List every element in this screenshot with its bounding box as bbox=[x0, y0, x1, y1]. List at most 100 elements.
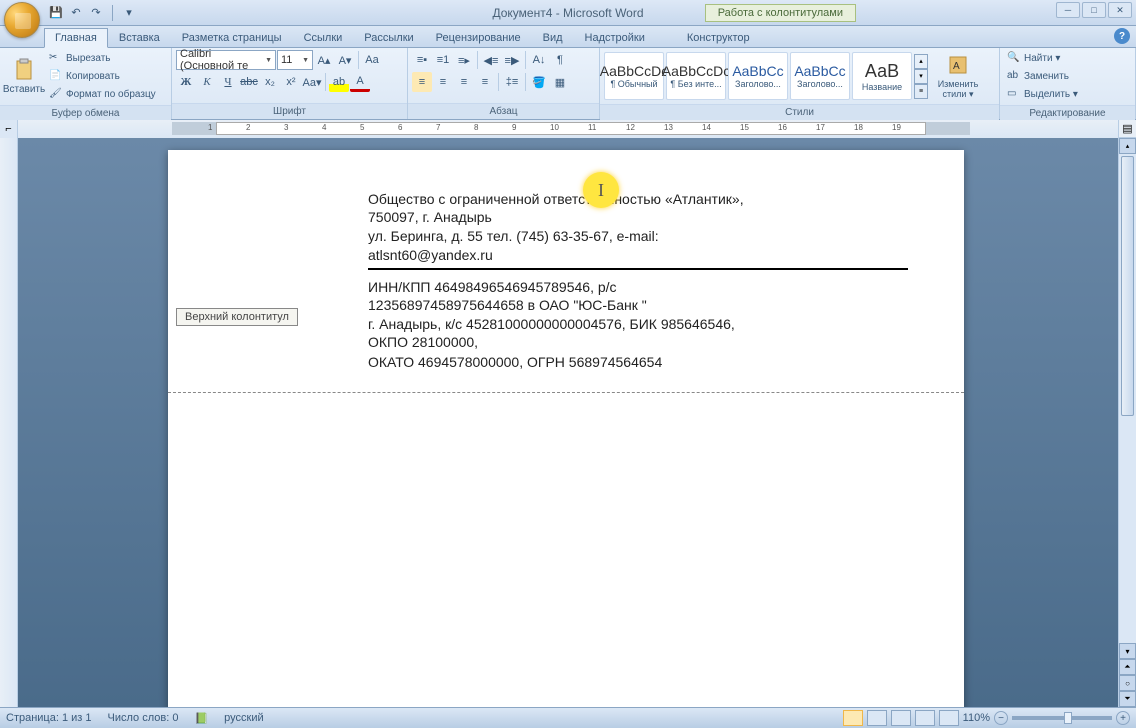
maximize-button[interactable]: □ bbox=[1082, 2, 1106, 18]
style-gallery-more[interactable]: ≡ bbox=[914, 84, 928, 99]
font-name-combo[interactable]: Calibri (Основной те▼ bbox=[176, 50, 276, 70]
document-canvas[interactable]: I Общество с ограниченной ответственност… bbox=[18, 138, 1118, 707]
superscript-button[interactable]: x² bbox=[281, 72, 301, 92]
tab-mailings[interactable]: Рассылки bbox=[353, 28, 424, 47]
clear-formatting-button[interactable]: Aa bbox=[362, 50, 382, 70]
horizontal-ruler[interactable]: 12345678910111213141516171819 bbox=[18, 120, 1118, 138]
view-outline[interactable] bbox=[915, 710, 935, 726]
style-heading1[interactable]: AaBbCcЗаголово... bbox=[728, 52, 788, 100]
scroll-up-button[interactable]: ▴ bbox=[1119, 138, 1136, 154]
view-web-layout[interactable] bbox=[891, 710, 911, 726]
select-button[interactable]: ▭Выделить ▾ bbox=[1004, 86, 1081, 103]
find-button[interactable]: 🔍Найти ▾ bbox=[1004, 50, 1081, 67]
tab-view[interactable]: Вид bbox=[532, 28, 574, 47]
brush-icon: 🖌 bbox=[49, 88, 63, 102]
save-icon[interactable]: 💾 bbox=[48, 5, 64, 21]
tab-selector[interactable]: ⌐ bbox=[0, 120, 18, 138]
view-draft[interactable] bbox=[939, 710, 959, 726]
undo-icon[interactable]: ↶ bbox=[68, 5, 84, 21]
page[interactable]: I Общество с ограниченной ответственност… bbox=[168, 150, 964, 707]
zoom-in-button[interactable]: + bbox=[1116, 711, 1130, 725]
underline-button[interactable]: Ч bbox=[218, 72, 238, 92]
office-button[interactable] bbox=[4, 2, 40, 38]
align-right-button[interactable]: ≡ bbox=[454, 72, 474, 92]
numbering-button[interactable]: ≡1 bbox=[433, 50, 453, 70]
line-spacing-button[interactable]: ‡≡ bbox=[502, 72, 522, 92]
format-painter-button[interactable]: 🖌Формат по образцу bbox=[46, 86, 159, 103]
show-marks-button[interactable]: ¶ bbox=[550, 50, 570, 70]
header-line-2[interactable]: ул. Беринга, д. 55 тел. (745) 63-35-67, … bbox=[368, 227, 764, 263]
tab-review[interactable]: Рецензирование bbox=[425, 28, 532, 47]
prev-page-button[interactable]: ⏶ bbox=[1119, 659, 1136, 675]
style-gallery-down[interactable]: ▾ bbox=[914, 69, 928, 84]
tab-addins[interactable]: Надстройки bbox=[574, 28, 656, 47]
justify-button[interactable]: ≡ bbox=[475, 72, 495, 92]
close-button[interactable]: ✕ bbox=[1108, 2, 1132, 18]
replace-button[interactable]: abЗаменить bbox=[1004, 68, 1081, 85]
qat-customize-icon[interactable]: ▾ bbox=[121, 5, 137, 21]
borders-button[interactable]: ▦ bbox=[550, 72, 570, 92]
status-page[interactable]: Страница: 1 из 1 bbox=[6, 712, 92, 724]
group-styles: AaBbCcDc¶ Обычный AaBbCcDc¶ Без инте... … bbox=[600, 48, 1000, 119]
browse-object-button[interactable]: ○ bbox=[1119, 675, 1136, 691]
group-clipboard: Вставить ✂Вырезать 📄Копировать 🖌Формат п… bbox=[0, 48, 172, 119]
grow-font-button[interactable]: A▴ bbox=[314, 50, 334, 70]
header-line-1[interactable]: Общество с ограниченной ответственностью… bbox=[368, 190, 764, 226]
zoom-out-button[interactable]: − bbox=[994, 711, 1008, 725]
view-print-layout[interactable] bbox=[843, 710, 863, 726]
style-gallery-up[interactable]: ▴ bbox=[914, 54, 928, 69]
bold-button[interactable]: Ж bbox=[176, 72, 196, 92]
change-case-button[interactable]: Aa▾ bbox=[302, 72, 322, 92]
font-color-button[interactable]: A bbox=[350, 72, 370, 92]
status-language[interactable]: русский bbox=[224, 712, 263, 724]
style-title[interactable]: АаВНазвание bbox=[852, 52, 912, 100]
zoom-level[interactable]: 110% bbox=[963, 712, 990, 724]
header-line-5[interactable]: ОКАТО 4694578000000, ОГРН 568974564654 bbox=[368, 353, 764, 371]
bullets-button[interactable]: ≡▪ bbox=[412, 50, 432, 70]
font-size-combo[interactable]: 11▼ bbox=[277, 50, 313, 70]
ruler-mark: 18 bbox=[854, 123, 863, 132]
strike-button[interactable]: abc bbox=[239, 72, 259, 92]
scroll-thumb[interactable] bbox=[1121, 156, 1134, 416]
shading-button[interactable]: 🪣 bbox=[529, 72, 549, 92]
multilevel-button[interactable]: ≡▸ bbox=[454, 50, 474, 70]
zoom-slider[interactable] bbox=[1012, 716, 1112, 720]
minimize-button[interactable]: ─ bbox=[1056, 2, 1080, 18]
tab-page-layout[interactable]: Разметка страницы bbox=[171, 28, 293, 47]
header-line-3[interactable]: ИНН/КПП 46498496546945789546, р/с 123568… bbox=[368, 278, 764, 314]
tab-home[interactable]: Главная bbox=[44, 28, 108, 48]
ruler-toggle[interactable]: ▤ bbox=[1118, 120, 1136, 138]
italic-button[interactable]: К bbox=[197, 72, 217, 92]
cut-button[interactable]: ✂Вырезать bbox=[46, 50, 159, 67]
scroll-down-button[interactable]: ▾ bbox=[1119, 643, 1136, 659]
status-words[interactable]: Число слов: 0 bbox=[108, 712, 179, 724]
copy-button[interactable]: 📄Копировать bbox=[46, 68, 159, 85]
redo-icon[interactable]: ↷ bbox=[88, 5, 104, 21]
sort-button[interactable]: A↓ bbox=[529, 50, 549, 70]
chevron-down-icon: ▼ bbox=[265, 57, 272, 64]
style-heading2[interactable]: AaBbCcЗаголово... bbox=[790, 52, 850, 100]
shrink-font-button[interactable]: A▾ bbox=[335, 50, 355, 70]
style-no-spacing[interactable]: AaBbCcDc¶ Без инте... bbox=[666, 52, 726, 100]
change-styles-button[interactable]: A Изменить стили ▾ bbox=[930, 50, 986, 102]
tab-design[interactable]: Конструктор bbox=[676, 28, 761, 47]
subscript-button[interactable]: x₂ bbox=[260, 72, 280, 92]
status-proofing-icon[interactable]: 📗 bbox=[194, 712, 208, 725]
header-line-4[interactable]: г. Анадырь, к/с 45281000000000004576, БИ… bbox=[368, 315, 764, 351]
vertical-ruler[interactable] bbox=[0, 138, 18, 707]
tab-insert[interactable]: Вставка bbox=[108, 28, 171, 47]
tab-references[interactable]: Ссылки bbox=[293, 28, 354, 47]
increase-indent-button[interactable]: ≡▶ bbox=[502, 50, 522, 70]
align-center-button[interactable]: ≡ bbox=[433, 72, 453, 92]
header-section[interactable]: I Общество с ограниченной ответственност… bbox=[168, 150, 964, 393]
help-icon[interactable]: ? bbox=[1114, 28, 1130, 44]
zoom-thumb[interactable] bbox=[1064, 712, 1072, 724]
highlight-button[interactable]: ab bbox=[329, 72, 349, 92]
style-normal[interactable]: AaBbCcDc¶ Обычный bbox=[604, 52, 664, 100]
align-left-button[interactable]: ≡ bbox=[412, 72, 432, 92]
paste-button[interactable]: Вставить bbox=[4, 51, 44, 103]
status-bar: Страница: 1 из 1 Число слов: 0 📗 русский… bbox=[0, 707, 1136, 728]
next-page-button[interactable]: ⏷ bbox=[1119, 691, 1136, 707]
view-full-screen[interactable] bbox=[867, 710, 887, 726]
decrease-indent-button[interactable]: ◀≡ bbox=[481, 50, 501, 70]
